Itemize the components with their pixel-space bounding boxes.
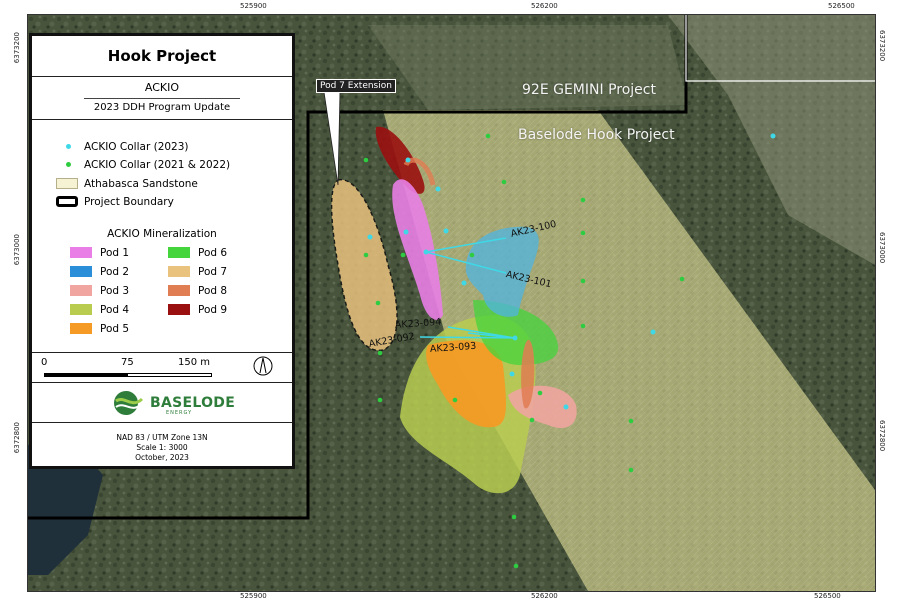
green-dot-icon [66, 162, 71, 167]
map-frame: 525900 526200 526500 525900 526200 52650… [0, 0, 900, 603]
collar-cyan [563, 404, 569, 410]
collar-green [363, 252, 369, 258]
scale-bar [44, 373, 212, 377]
pod-7-swatch-icon [168, 266, 190, 277]
coord-top-2: 526200 [531, 2, 558, 10]
collar-green [679, 276, 685, 282]
coord-bottom-3: 526500 [814, 592, 841, 600]
collar-green [377, 397, 383, 403]
gemini-project-label: 92E GEMINI Project [522, 82, 656, 98]
collar-green [628, 418, 634, 424]
logo-wordmark: BASELODE [150, 395, 236, 411]
legend-divider [32, 382, 292, 383]
collar-cyan [512, 335, 518, 341]
logo-tagline: ENERGY [166, 410, 193, 416]
collar-green [580, 278, 586, 284]
collar-green [485, 133, 491, 139]
collar-cyan [443, 228, 449, 234]
collar-cyan [509, 371, 515, 377]
mineralization-title: ACKIO Mineralization [107, 228, 217, 240]
pod-2-swatch-icon [70, 266, 92, 277]
collar-green [580, 230, 586, 236]
baselode-logo-icon [114, 391, 144, 415]
legend-program: 2023 DDH Program Update [93, 102, 231, 113]
collar-green [529, 417, 535, 423]
coord-top-3: 526500 [828, 2, 855, 10]
date-text: October, 2023 [135, 453, 189, 462]
collar-green [452, 397, 458, 403]
collar-green [469, 252, 475, 258]
scale-mid: 75 [121, 357, 134, 368]
legend-divider [32, 119, 292, 120]
collar-green [363, 157, 369, 163]
collar-cyan [650, 329, 656, 335]
collar-green [537, 390, 543, 396]
collar-cyan [435, 186, 441, 192]
pod-3-swatch-icon [70, 285, 92, 296]
legend-subtitle: ACKIO [144, 81, 180, 94]
pod-4-swatch-icon [70, 304, 92, 315]
cyan-dot-icon [66, 144, 71, 149]
coord-left-2: 6373000 [13, 234, 21, 266]
collar-cyan [461, 280, 467, 286]
pod-7-extension-callout: Pod 7 Extension [316, 79, 396, 93]
coord-right-1: 6373200 [878, 30, 886, 62]
pod-1-swatch-icon [70, 247, 92, 258]
baselode-hook-project-label: Baselode Hook Project [518, 127, 675, 143]
coord-right-3: 6372800 [878, 420, 886, 452]
collar-green [501, 179, 507, 185]
legend-divider [32, 352, 292, 353]
coord-left-3: 6372800 [13, 422, 21, 454]
collar-cyan [405, 157, 411, 163]
scale-ratio-text: Scale 1: 3000 [136, 443, 188, 452]
collar-green [400, 252, 406, 258]
collar-green [375, 300, 381, 306]
legend-title: Hook Project [32, 36, 292, 77]
coord-top-1: 525900 [240, 2, 267, 10]
pod-9-swatch-icon [168, 304, 190, 315]
coord-bottom-2: 526200 [531, 592, 558, 600]
collar-green [580, 197, 586, 203]
collar-green [580, 323, 586, 329]
pod-6-swatch-icon [168, 247, 190, 258]
pod-5-swatch-icon [70, 323, 92, 334]
pod-8-swatch-icon [168, 285, 190, 296]
scale-end: 150 m [178, 357, 211, 368]
coord-right-2: 6373000 [878, 232, 886, 264]
legend-divider [32, 422, 292, 423]
coord-left-1: 6373200 [13, 32, 21, 64]
sandstone-swatch-icon [56, 178, 78, 189]
collar-green [628, 467, 634, 473]
legend-subtitle-rule [84, 98, 240, 99]
collar-green [513, 563, 519, 569]
coord-bottom-1: 525900 [240, 592, 267, 600]
boundary-swatch-icon [56, 196, 78, 207]
scale-zero: 0 [41, 357, 48, 368]
collar-cyan [423, 249, 429, 255]
north-arrow-icon [253, 356, 273, 376]
collar-cyan [367, 234, 373, 240]
collar-green [511, 514, 517, 520]
collar-green [377, 350, 383, 356]
collar-cyan [770, 133, 776, 139]
datum-text: NAD 83 / UTM Zone 13N [116, 433, 208, 442]
collar-cyan [403, 229, 409, 235]
legend-panel: Hook Project ACKIO 2023 DDH Program Upda… [29, 33, 295, 469]
